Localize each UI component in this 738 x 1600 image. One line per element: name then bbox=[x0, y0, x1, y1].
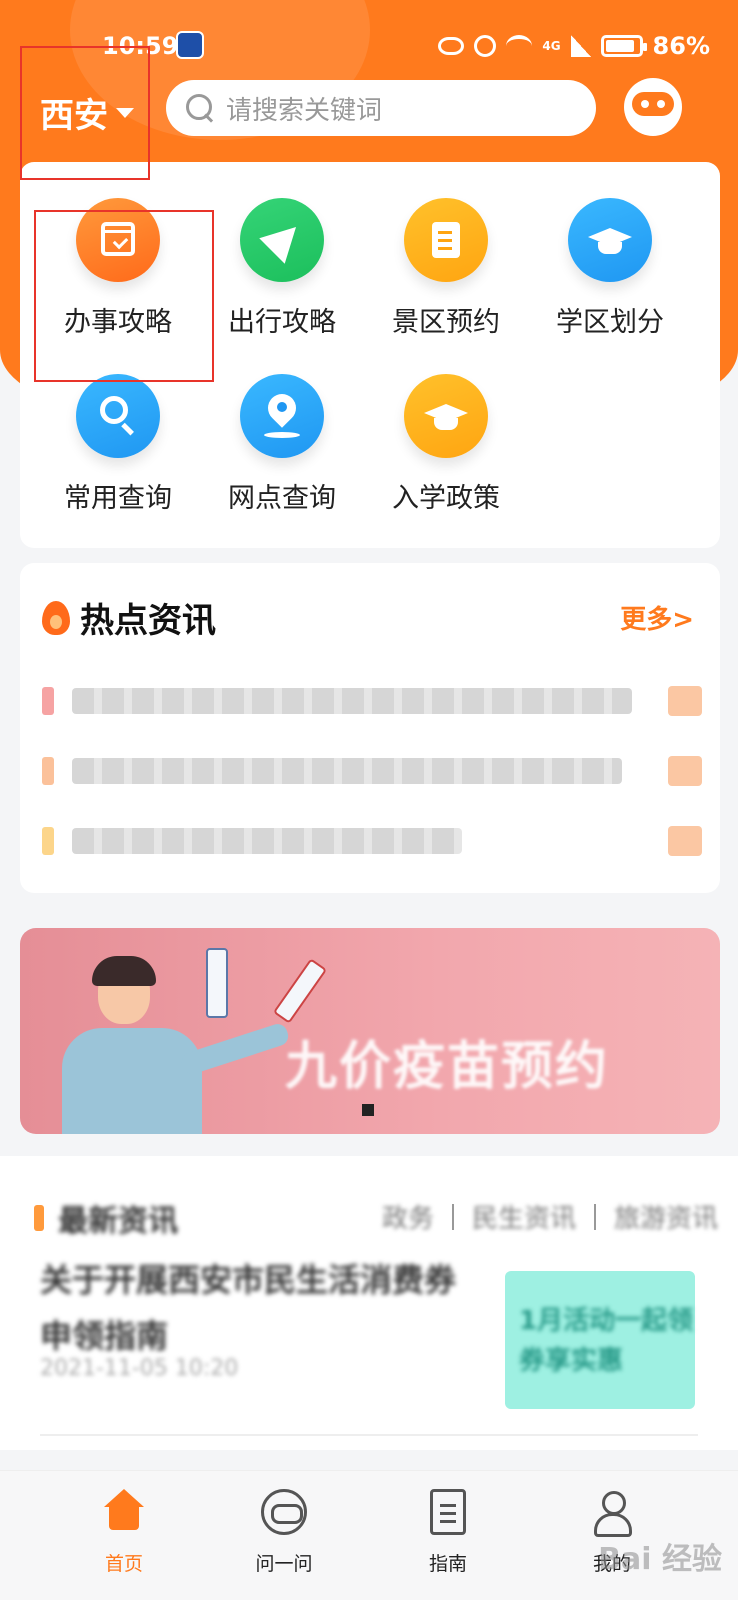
robot-chat-icon bbox=[261, 1489, 307, 1535]
service-label: 出行攻略 bbox=[228, 307, 336, 338]
hot-news-title: 热点资讯 bbox=[80, 601, 216, 641]
calendar-check-icon bbox=[76, 198, 160, 282]
local-info-tabs: 政务 民生资讯 旅游资讯 bbox=[382, 1198, 718, 1235]
divider bbox=[40, 1434, 698, 1436]
nav-label: 问一问 bbox=[255, 1553, 313, 1575]
service-item-scenic-booking[interactable]: 景区预约 bbox=[366, 198, 526, 339]
promo-banner[interactable]: 九价疫苗预约 bbox=[20, 928, 720, 1134]
app-notification-icon bbox=[176, 31, 204, 59]
article-date: 2021-11-05 10:20 bbox=[40, 1356, 239, 1381]
nav-home[interactable]: 首页 bbox=[64, 1489, 184, 1576]
carousel-indicator[interactable] bbox=[362, 1104, 374, 1116]
search-icon bbox=[76, 374, 160, 458]
rank-badge bbox=[42, 827, 54, 855]
doctor-arm bbox=[179, 1021, 291, 1077]
graduation-cap-icon bbox=[404, 374, 488, 458]
service-label: 景区预约 bbox=[392, 307, 500, 338]
tab-livelihood[interactable]: 民生资讯 bbox=[472, 1198, 576, 1235]
chevron-down-icon bbox=[116, 107, 134, 118]
section-accent-bar bbox=[34, 1205, 44, 1231]
status-time: 10:59 bbox=[102, 32, 179, 60]
service-label: 入学政策 bbox=[392, 483, 500, 514]
news-title-blurred bbox=[72, 758, 622, 784]
rank-badge bbox=[42, 757, 54, 785]
news-item[interactable] bbox=[42, 821, 702, 861]
nav-label: 首页 bbox=[104, 1553, 143, 1575]
watermark: Bai 经验 bbox=[598, 1542, 722, 1577]
service-item-admission-policy[interactable]: 入学政策 bbox=[366, 374, 526, 515]
status-icons: 4G 86% bbox=[438, 32, 710, 60]
news-title-blurred bbox=[72, 828, 462, 854]
send-arrow-icon bbox=[240, 198, 324, 282]
thumbnail-text: 1月活动一起领券享实惠 bbox=[519, 1306, 694, 1376]
document-icon bbox=[404, 198, 488, 282]
search-icon bbox=[184, 92, 216, 124]
service-item-common-query[interactable]: 常用查询 bbox=[38, 374, 198, 515]
service-label: 网点查询 bbox=[228, 483, 336, 514]
alarm-icon bbox=[474, 35, 497, 57]
doctor-hair bbox=[92, 956, 156, 986]
service-item-school-district[interactable]: 学区划分 bbox=[530, 198, 690, 339]
syringe-icon bbox=[206, 948, 228, 1018]
hot-news-card: 热点资讯 更多> bbox=[20, 563, 720, 893]
local-info-section: 最新资讯 政务 民生资讯 旅游资讯 关于开展西安市民生活消费券申领指南 2021… bbox=[0, 1156, 738, 1450]
tab-government[interactable]: 政务 bbox=[382, 1198, 434, 1235]
network-label: 4G bbox=[542, 39, 561, 53]
nav-label: 指南 bbox=[428, 1553, 467, 1575]
signal-icon bbox=[570, 35, 591, 57]
nav-guide[interactable]: 指南 bbox=[388, 1489, 508, 1576]
search-input[interactable]: 请搜索关键词 bbox=[166, 80, 596, 136]
user-icon bbox=[589, 1489, 635, 1537]
syringe-icon bbox=[272, 958, 328, 1024]
wifi-icon bbox=[506, 35, 533, 57]
tab-divider bbox=[451, 1203, 454, 1230]
status-bar: 10:59 4G 86% bbox=[0, 28, 738, 68]
news-item[interactable] bbox=[42, 681, 702, 721]
news-tag-icon bbox=[668, 826, 702, 856]
service-item-affairs-guide[interactable]: 办事攻略 bbox=[38, 198, 198, 339]
article-thumbnail: 1月活动一起领券享实惠 bbox=[505, 1271, 695, 1409]
news-item[interactable] bbox=[42, 751, 702, 791]
service-item-travel-guide[interactable]: 出行攻略 bbox=[202, 198, 362, 339]
city-label: 西安 bbox=[40, 96, 108, 136]
services-card: 办事攻略 出行攻略 景区预约 学区划分 常用查询 网点查询 入学政策 bbox=[20, 162, 720, 548]
service-item-outlet-query[interactable]: 网点查询 bbox=[202, 374, 362, 515]
city-selector[interactable]: 西安 bbox=[40, 88, 134, 137]
guide-document-icon bbox=[430, 1489, 466, 1535]
service-label: 办事攻略 bbox=[64, 307, 172, 338]
doctor-illustration bbox=[62, 1028, 202, 1134]
graduation-cap-icon bbox=[568, 198, 652, 282]
local-info-header: 最新资讯 bbox=[34, 1196, 178, 1240]
battery-icon bbox=[600, 35, 647, 57]
flame-hot-icon bbox=[42, 600, 70, 635]
service-label: 常用查询 bbox=[64, 483, 172, 514]
rank-badge bbox=[42, 687, 54, 715]
location-pin-icon bbox=[240, 374, 324, 458]
local-info-title: 最新资讯 bbox=[58, 1204, 178, 1239]
more-link[interactable]: 更多> bbox=[620, 599, 694, 636]
tab-divider bbox=[593, 1203, 596, 1230]
news-tag-icon bbox=[668, 756, 702, 786]
eye-icon bbox=[438, 37, 465, 55]
tab-tourism[interactable]: 旅游资讯 bbox=[614, 1198, 718, 1235]
hot-news-header: 热点资讯 bbox=[42, 593, 216, 642]
nav-ask[interactable]: 问一问 bbox=[224, 1489, 344, 1576]
service-label: 学区划分 bbox=[556, 307, 664, 338]
battery-percent: 86% bbox=[652, 32, 710, 60]
search-placeholder: 请搜索关键词 bbox=[226, 95, 383, 126]
article-title: 关于开展西安市民生活消费券申领指南 bbox=[40, 1261, 457, 1355]
assistant-robot-icon[interactable] bbox=[624, 78, 682, 136]
banner-title: 九价疫苗预约 bbox=[285, 1037, 610, 1097]
news-title-blurred bbox=[72, 688, 632, 714]
news-tag-icon bbox=[668, 686, 702, 716]
bottom-navigation: 首页 问一问 指南 我的 Bai 经验 bbox=[0, 1470, 738, 1600]
home-icon bbox=[101, 1489, 147, 1535]
